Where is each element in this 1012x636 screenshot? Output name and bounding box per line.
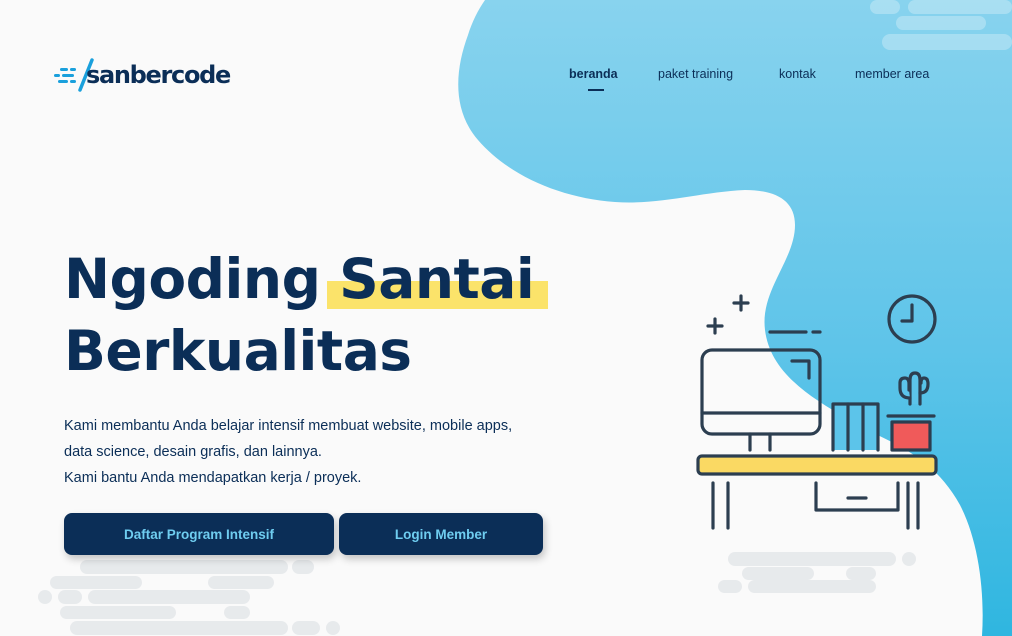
- cloud-bottom-left: [38, 560, 340, 635]
- hero-title-line-1: Ngoding Santai: [64, 243, 549, 315]
- main-nav: beranda paket training kontak member are…: [0, 66, 1012, 96]
- hero-title-word: Ngoding: [64, 247, 321, 311]
- nav-item-paket-training[interactable]: paket training: [658, 66, 733, 82]
- nav-item-beranda[interactable]: beranda: [569, 66, 618, 82]
- books-icon: [831, 402, 880, 452]
- hero-desc-line: Kami bantu Anda mendapatkan kerja / proy…: [64, 470, 362, 486]
- cactus-icon: [886, 371, 936, 452]
- nav-active-indicator: [588, 89, 604, 91]
- plus-icon: [706, 294, 750, 335]
- login-member-button[interactable]: Login Member: [339, 513, 543, 555]
- workspace-illustration: [696, 294, 938, 530]
- hero-title: Ngoding Santai Berkualitas: [64, 243, 549, 387]
- hero-title-line-2: Berkualitas: [64, 319, 412, 383]
- cloud-under-illustration: [718, 552, 916, 593]
- desk-icon: [696, 454, 938, 530]
- nav-item-member-area[interactable]: member area: [855, 66, 929, 82]
- hero-description: Kami membantu Anda belajar intensif memb…: [64, 413, 512, 491]
- hero-desc-line: Kami membantu Anda belajar intensif memb…: [64, 418, 513, 434]
- hero-title-highlight: Santai: [327, 243, 549, 315]
- hero-desc-line: data science, desain grafis, dan lainnya…: [64, 444, 322, 460]
- daftar-program-button[interactable]: Daftar Program Intensif: [64, 513, 334, 555]
- nav-item-kontak[interactable]: kontak: [779, 66, 816, 82]
- clock-icon: [887, 294, 937, 344]
- monitor-icon: [700, 348, 822, 452]
